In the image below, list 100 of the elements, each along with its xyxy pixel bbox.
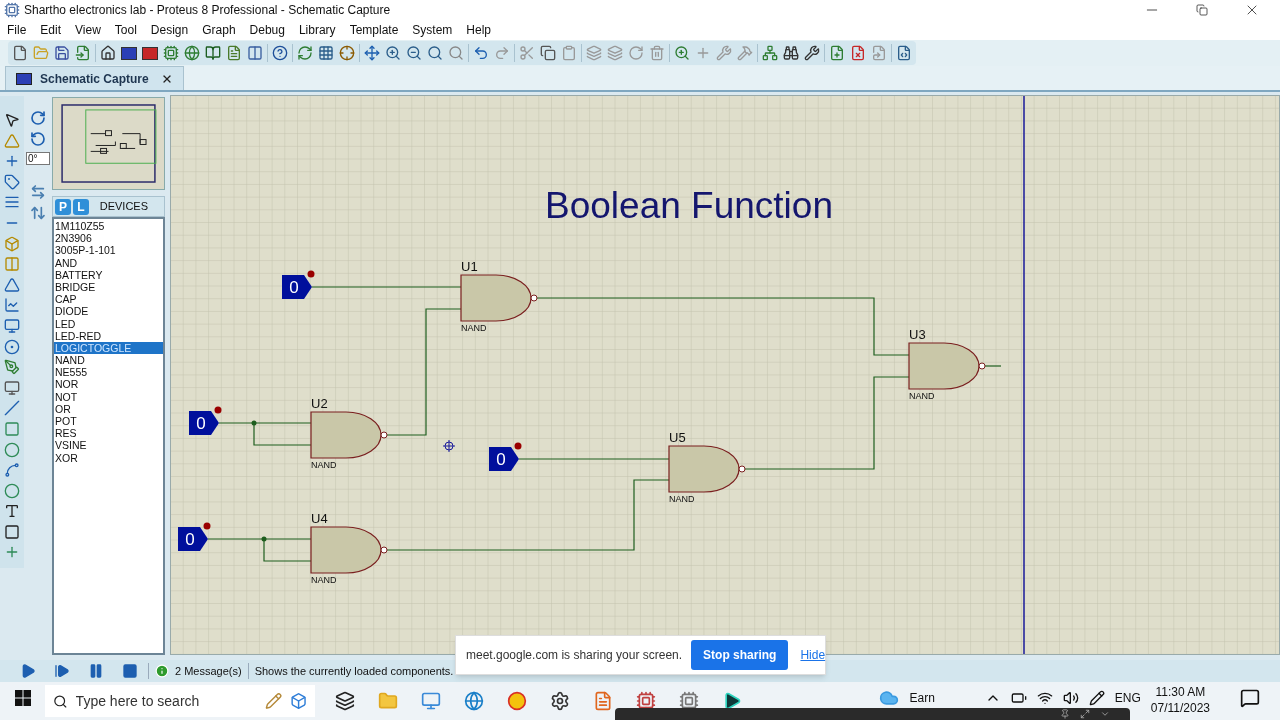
browser-icon[interactable] [464,691,484,711]
rotate-clockwise-icon[interactable] [30,110,46,126]
info-icon[interactable] [155,664,169,678]
device-item[interactable]: OR [54,402,163,415]
device-item[interactable]: BRIDGE [54,280,163,294]
menu-item[interactable]: Template [349,21,399,39]
menu-item[interactable]: View [75,21,101,39]
symbol-icon[interactable] [4,523,20,540]
volume-icon[interactable] [1062,690,1079,706]
device-item[interactable]: CAP [54,293,163,306]
device-item[interactable]: LED [54,317,163,330]
menu-item[interactable]: Debug [249,21,285,39]
delete-sheet-icon[interactable] [850,45,866,61]
network-icon[interactable] [1036,690,1053,706]
stop-sharing-button[interactable]: Stop sharing [691,640,789,670]
device-item[interactable]: 3005P-1-101 [54,244,163,257]
zoom-all-icon[interactable] [427,45,443,61]
mirror-vertical-icon[interactable] [30,205,46,221]
menu-item[interactable]: Design [150,21,189,39]
message-count[interactable]: 2 Message(s) [175,662,242,680]
generator-icon[interactable] [4,338,20,355]
clock-date[interactable]: 07/11/2023 [1150,700,1210,716]
arc-icon[interactable] [4,462,20,479]
presentation-icon[interactable] [593,691,613,711]
play-icon[interactable] [20,663,36,679]
device-item[interactable]: AND [54,256,163,269]
notifications-icon[interactable] [1240,688,1260,708]
panel-icon[interactable] [247,45,263,61]
hide-link[interactable]: Hide [800,646,826,664]
document-icon[interactable] [226,45,242,61]
menu-item[interactable]: Edit [40,21,62,39]
computer-icon[interactable] [421,691,441,711]
subcircuit-icon[interactable] [4,235,20,252]
layout-app-icon[interactable] [142,46,158,60]
media-app-icon[interactable] [722,691,742,711]
device-item[interactable]: NAND [54,354,163,367]
book-icon[interactable] [205,45,221,61]
weather-icon[interactable] [879,688,900,708]
device-item[interactable]: RES [54,427,163,440]
step-icon[interactable] [54,663,70,679]
refresh-icon[interactable] [297,45,313,61]
move-icon[interactable] [364,45,380,61]
search-field[interactable]: Type here to search [75,690,257,712]
device-item[interactable]: 2N3906 [54,232,163,245]
chevron-down-icon[interactable] [1100,709,1110,719]
zoom-out-icon[interactable] [406,45,422,61]
task-view-icon[interactable] [335,691,355,711]
text-tool-icon[interactable] [4,503,20,520]
device-item[interactable]: LED-RED [54,329,163,342]
pointer-icon[interactable] [4,112,20,128]
chip-icon[interactable] [163,45,179,61]
schematic-app-icon[interactable] [121,46,137,60]
device-item[interactable]: DIODE [54,305,163,318]
document-tab[interactable]: Schematic Capture [5,66,184,90]
property-tool-icon[interactable] [804,45,820,61]
new-sheet-icon[interactable] [829,45,845,61]
home-icon[interactable] [100,45,116,61]
battery-icon[interactable] [1010,690,1027,706]
label-icon[interactable] [4,173,20,190]
pick-device-icon[interactable] [674,45,690,61]
menu-item[interactable]: Graph [202,21,236,39]
pause-icon[interactable] [88,663,104,679]
weather-text[interactable]: Earn [909,689,935,707]
zoom-area-icon[interactable] [448,45,464,61]
circle-icon[interactable] [4,441,20,458]
device-item[interactable]: NOR [54,378,163,391]
menu-item[interactable]: File [7,21,27,39]
undo-icon[interactable] [473,45,489,61]
menu-item[interactable]: System [412,21,453,39]
rotate-anticlockwise-icon[interactable] [30,131,46,147]
clock-time[interactable]: 11:30 AM [1155,684,1206,700]
language-indicator[interactable]: ENG [1114,689,1141,707]
graph-icon[interactable] [4,297,20,314]
device-item[interactable]: NE555 [54,366,163,379]
binoculars-icon[interactable] [783,45,799,61]
copy-icon[interactable] [540,45,556,61]
probe-icon[interactable] [4,359,20,376]
crosshair-icon[interactable] [339,45,355,61]
recorder-icon[interactable] [4,317,20,334]
globe-icon[interactable] [184,45,200,61]
settings-icon[interactable] [550,691,570,711]
pen-icon[interactable] [1088,690,1105,706]
mirror-horizontal-icon[interactable] [30,184,46,200]
help-icon[interactable] [272,45,288,61]
restore-icon[interactable] [1196,4,1208,16]
device-item[interactable]: NOT [54,390,163,403]
stop-icon[interactable] [122,663,138,679]
menu-item[interactable]: Library [298,21,336,39]
device-item[interactable]: 1M110Z55 [54,220,163,233]
expand-icon[interactable] [1080,709,1090,719]
pin-icon[interactable] [4,276,20,293]
windows-start-icon[interactable] [15,690,31,706]
pin-icon[interactable] [1060,709,1070,719]
search-box[interactable]: Type here to search [45,685,315,717]
design-explorer-icon[interactable] [896,45,912,61]
device-item[interactable]: XOR [54,451,163,464]
angle-field[interactable]: 0° [26,152,50,165]
line-icon[interactable] [4,400,20,417]
device-item[interactable]: LOGICTOGGLE [54,341,163,355]
instrument-icon[interactable] [4,379,20,396]
